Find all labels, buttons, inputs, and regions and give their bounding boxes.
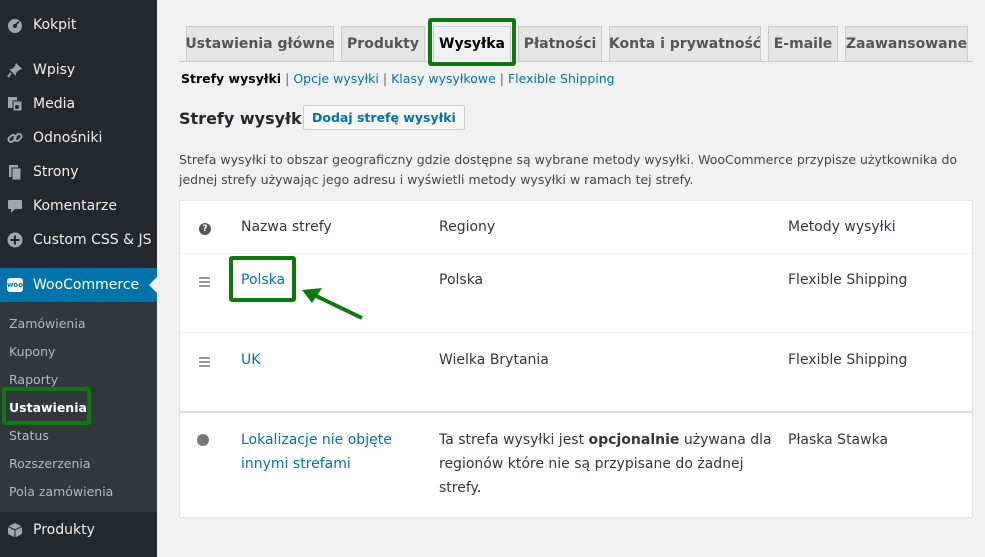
plus-circle-icon [7,232,23,248]
annotation-arrow-icon [302,288,363,320]
menu-item-odnosniki[interactable]: Odnośniki [0,121,157,155]
menu-label: Wpisy [33,62,76,78]
subnav-separator: | [285,71,290,86]
zone-other-description: Ta strefa wysyłki jest opcjonalnie używa… [439,428,779,500]
desc-part: Ta strefa wysyłki jest [439,432,589,448]
menu-item-wpisy[interactable]: Wpisy [0,53,157,87]
submenu-item-ustawienia[interactable]: Ustawienia [9,400,87,415]
zone-regions: Polska [439,272,484,288]
desc-bold: opcjonalnie [588,432,680,448]
menu-item-woocommerce[interactable]: woo WooCommerce [0,268,157,302]
page-description: Strefa wysyłki to obszar geograficzny gd… [179,152,958,187]
subnav-opcje-wysylki[interactable]: Opcje wysyłki [293,71,379,86]
woocommerce-submenu: Zamówienia Kupony Raporty Ustawienia Sta… [0,302,157,512]
menu-label: Kokpit [33,17,77,33]
submenu-item-raporty[interactable]: Raporty [9,372,58,387]
admin-sidebar: Kokpit Wpisy Media Odnośniki Strony Kome… [0,0,157,557]
page-title: Strefy wysyłki [179,109,308,128]
row-divider [180,332,972,333]
row-divider [180,253,972,254]
zone-name-uk[interactable]: UK [241,352,260,368]
shipping-zones-table: ? Nazwa strefy Regiony Metody wysyłki Po… [179,200,973,518]
drag-handle-icon[interactable] [199,277,210,289]
desc-part: regionów które nie są przypisane do żadn… [439,456,744,496]
tab-e-maile[interactable]: E-maile [768,26,838,62]
subnav-separator: | [499,71,504,86]
menu-label: Custom CSS & JS [33,232,152,248]
active-arrow [149,277,157,293]
subnav-separator: | [382,71,388,86]
menu-label: WooCommerce [33,277,140,293]
row-divider [180,411,972,413]
tab-ustawienia-glowne[interactable]: Ustawienia główne [185,26,335,62]
menu-label: Odnośniki [33,130,103,146]
zone-name-polska[interactable]: Polska [241,272,285,288]
media-icon [7,96,23,112]
menu-item-strony[interactable]: Strony [0,155,157,189]
submenu-item-rozszerzenia[interactable]: Rozszerzenia [9,456,91,471]
subnav-strefy-wysylki[interactable]: Strefy wysyłki [181,71,281,86]
globe-icon [197,434,209,446]
header-regions: Regiony [439,219,496,235]
menu-label: Komentarze [33,198,117,214]
shipping-subnav: Strefy wysyłki | Opcje wysyłki | Klasy wysył… [181,71,615,86]
tab-wysylka[interactable]: Wysyłka [433,26,511,62]
submenu-item-pola-zamowienia[interactable]: Pola zamówienia [9,484,113,499]
menu-item-custom-css-js[interactable]: Custom CSS & JS [0,223,157,257]
pages-icon [7,164,23,180]
drag-handle-icon[interactable] [199,357,210,369]
menu-item-kokpit[interactable]: Kokpit [0,8,157,42]
tab-platnosci[interactable]: Płatności [518,26,602,62]
submenu-item-kupony[interactable]: Kupony [9,344,55,359]
link-icon [7,130,23,146]
help-icon[interactable]: ? [199,223,211,235]
woo-icon: woo [6,277,24,293]
zone-name-other-locations[interactable]: Lokalizacje nie objęte innymi strefami [241,428,392,476]
woo-badge: woo [6,278,24,292]
menu-item-media[interactable]: Media [0,87,157,121]
tab-produkty[interactable]: Produkty [341,26,425,62]
comment-icon [7,198,23,214]
subnav-flexible-shipping[interactable]: Flexible Shipping [508,71,615,86]
menu-label: Media [33,96,76,112]
menu-item-produkty[interactable]: Produkty [0,513,157,547]
zone-regions: Wielka Brytania [439,352,549,368]
zone-name-line: innymi strefami [241,456,351,472]
tab-zaawansowane[interactable]: Zaawansowane [845,26,968,62]
submenu-item-zamowienia[interactable]: Zamówienia [9,316,86,331]
zone-methods: Płaska Stawka [788,432,889,448]
desc-part: używana dla [679,432,772,448]
zone-name-line: Lokalizacje nie objęte [241,432,392,448]
header-zone-name: Nazwa strefy [241,219,332,235]
add-shipping-zone-button[interactable]: Dodaj strefę wysyłki [303,105,465,130]
zone-methods: Flexible Shipping [788,352,908,368]
dashboard-icon [7,17,23,33]
menu-label: Produkty [33,522,95,538]
subnav-klasy-wysylkowe[interactable]: Klasy wysyłkowe [391,71,496,86]
tab-konta-i-prywatnosc[interactable]: Konta i prywatność [609,26,761,62]
menu-item-komentarze[interactable]: Komentarze [0,189,157,223]
pin-icon [7,62,23,78]
submenu-item-status[interactable]: Status [9,428,49,443]
box-icon [7,522,23,538]
zone-methods: Flexible Shipping [788,272,908,288]
header-methods: Metody wysyłki [788,219,896,235]
menu-label: Strony [33,164,79,180]
